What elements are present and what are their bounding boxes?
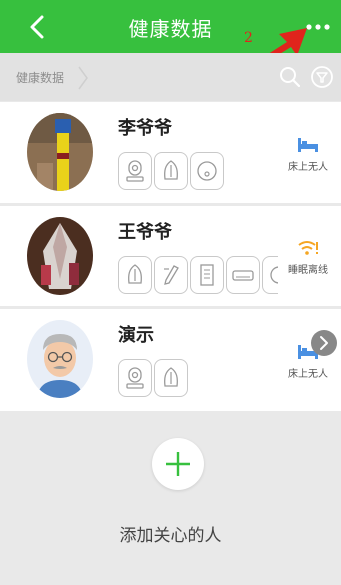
search-icon[interactable] — [278, 65, 302, 89]
add-area: 添加关心的人 — [0, 411, 341, 585]
status: 床上无人 — [282, 136, 334, 173]
device-list — [118, 256, 278, 296]
device-list — [118, 359, 278, 399]
add-person-button[interactable] — [152, 438, 204, 490]
person-name: 李爷爷 — [118, 118, 172, 139]
person-card[interactable]: 演示 床上无人 — [0, 309, 341, 411]
door-sensor-icon[interactable] — [190, 256, 224, 294]
sleep-belt-icon[interactable] — [154, 359, 188, 397]
status: 睡眠离线 — [282, 239, 334, 276]
toilet-sensor-icon[interactable] — [190, 152, 224, 190]
person-name: 王爷爷 — [118, 222, 172, 243]
breadcrumb-bar: 健康数据 — [0, 53, 341, 101]
plus-icon — [166, 452, 190, 476]
camera-icon[interactable] — [118, 152, 152, 190]
sleep-belt-icon[interactable] — [154, 152, 188, 190]
status-text: 床上无人 — [288, 162, 328, 173]
add-person-label[interactable]: 添加关心的人 — [0, 521, 341, 546]
avatar — [27, 320, 93, 398]
sleep-belt-icon[interactable] — [118, 256, 152, 294]
camera-icon[interactable] — [118, 359, 152, 397]
wifi-warning-icon — [298, 241, 318, 255]
thermometer-icon[interactable] — [154, 256, 188, 294]
chevron-right-icon — [78, 66, 88, 90]
person-name: 演示 — [118, 325, 154, 346]
avatar — [27, 217, 93, 295]
person-card[interactable]: 李爷爷 床上无人 — [0, 102, 341, 203]
avatar — [27, 113, 93, 191]
status-text: 睡眠离线 — [288, 265, 328, 276]
air-conditioner-icon[interactable] — [226, 256, 260, 294]
bed-icon — [298, 138, 318, 152]
status-text: 床上无人 — [288, 369, 328, 380]
filter-icon[interactable] — [310, 65, 334, 89]
breadcrumb[interactable]: 健康数据 — [16, 69, 64, 86]
device-icon[interactable] — [262, 256, 278, 294]
chevron-right-icon[interactable] — [311, 330, 337, 356]
person-card[interactable]: 王爷爷 睡眠离线 — [0, 206, 341, 306]
device-list — [118, 152, 278, 192]
